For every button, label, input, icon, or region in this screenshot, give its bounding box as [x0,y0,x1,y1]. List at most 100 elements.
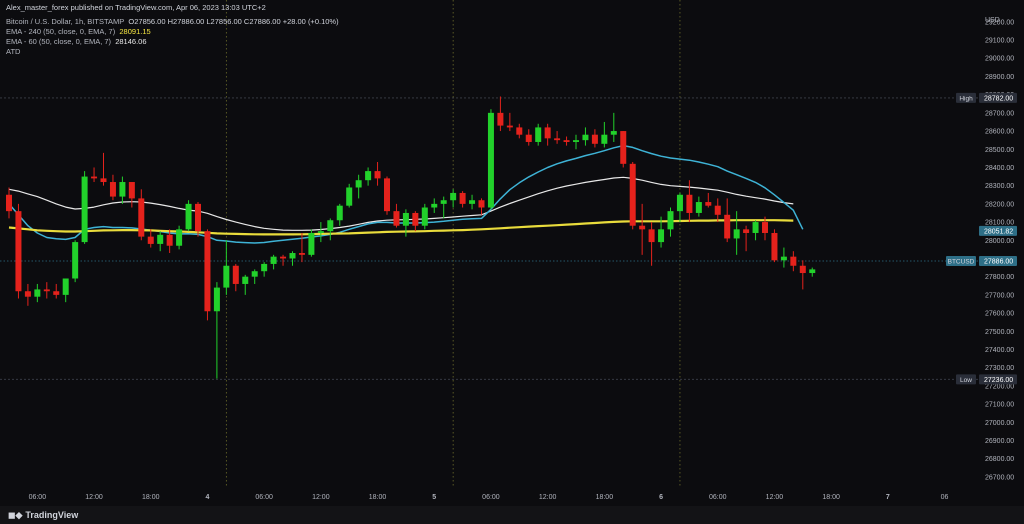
x-tick-label: 12:00 [312,494,330,501]
candle-up [119,182,126,197]
tradingview-logo-icon: ◼◆ [8,510,23,520]
candle-up [327,220,334,232]
candle-down [374,171,381,179]
candle-up [487,112,494,208]
symbol-name: Bitcoin / U.S. Dollar, 1h, BITSTAMP [6,17,125,26]
candle-up [308,232,315,255]
x-tick-label: 6 [659,494,663,501]
ema240-legend[interactable]: EMA - 240 (50, close, 0, EMA, 7) 28091.1… [6,27,151,36]
y-tick-label: 27300.00 [985,365,1014,372]
candle-up [695,202,702,213]
x-tick-label: 12:00 [85,494,103,501]
x-tick-label: 7 [886,494,890,501]
low-price-text: 27236.00 [984,377,1013,384]
x-tick-label: 18:00 [142,494,160,501]
candle-down [204,231,211,312]
ema60-legend[interactable]: EMA - 60 (50, close, 0, EMA, 7) 28146.06 [6,37,147,46]
candle-down [138,198,145,237]
candle-up [242,276,249,284]
candle-down [232,265,239,284]
high-name-text: High [959,95,973,102]
ema60-label: EMA - 60 (50, close, 0, EMA, 7) [6,37,112,46]
candle-up [185,203,192,230]
footer-bar: ◼◆ TradingView [0,506,1024,524]
candle-up [251,271,258,277]
candle-up [289,253,296,259]
candle-down [393,211,400,226]
candle-down [53,291,60,295]
y-tick-label: 28300.00 [985,183,1014,190]
y-tick-label: 27500.00 [985,329,1014,336]
y-tick-label: 27400.00 [985,347,1014,354]
y-tick-label: 26800.00 [985,456,1014,463]
candle-down [714,205,721,215]
y-tick-label: 28400.00 [985,165,1014,172]
y-tick-label: 27600.00 [985,311,1014,318]
candle-down [147,236,154,244]
candle-down [478,200,485,208]
candle-up [336,205,343,221]
price-chart[interactable]: USD26700.0026800.0026900.0027000.0027100… [0,0,1024,506]
candle-up [658,229,665,243]
candle-up [450,192,457,201]
ema240-label: EMA - 240 (50, close, 0, EMA, 7) [6,27,116,36]
x-tick-label: 12:00 [539,494,557,501]
candle-down [639,225,646,230]
x-tick-label: 5 [432,494,436,501]
candle-up [81,176,88,243]
candle-down [686,194,693,213]
x-tick-label: 06:00 [482,494,500,501]
candle-up [72,242,79,279]
x-tick-label: 18:00 [822,494,840,501]
y-tick-label: 28100.00 [985,220,1014,227]
candle-down [91,176,98,179]
y-tick-label: 28600.00 [985,129,1014,136]
candle-up [667,211,674,230]
candle-down [762,222,768,233]
candle-up [261,263,268,272]
candle-down [648,229,655,243]
ema60-value: 28146.06 [115,37,147,46]
candle-up [223,265,230,288]
atd-legend[interactable]: ATD [6,47,20,56]
candle-down [280,256,287,259]
candle-up [270,256,277,264]
y-tick-label: 27200.00 [985,383,1014,390]
candle-up [440,200,447,204]
candle-down [459,192,466,204]
candle-down [563,140,570,142]
publisher-line: Alex_master_forex published on TradingVi… [6,3,266,12]
candle-up [733,229,740,239]
candle-down [497,112,504,126]
tradingview-brand[interactable]: ◼◆ TradingView [8,510,78,521]
y-tick-label: 28700.00 [985,110,1014,117]
candle-up [601,134,608,144]
y-tick-label: 28200.00 [985,201,1014,208]
x-tick-label: 06:00 [255,494,273,501]
candle-up [317,231,324,233]
y-tick-label: 27100.00 [985,402,1014,409]
candle-up [402,212,409,226]
candle-down [629,163,636,226]
candle-down [128,182,135,199]
candle-down [100,178,107,183]
candle-up [780,256,787,261]
y-tick-label: 27000.00 [985,420,1014,427]
candle-up [365,171,372,181]
candle-down [15,211,22,292]
candle-up [355,180,362,188]
candle-down [525,134,532,142]
candle-down [6,194,12,212]
x-tick-label: 18:00 [369,494,387,501]
y-tick-label: 29200.00 [985,19,1014,26]
candle-up [176,229,183,246]
candle-up [346,187,353,206]
candle-down [384,178,390,212]
y-tick-label: 27700.00 [985,292,1014,299]
candle-up [213,287,220,312]
y-tick-label: 28500.00 [985,147,1014,154]
candle-down [544,127,551,139]
candle-down [554,138,561,141]
candle-down [743,229,750,233]
candle-down [724,214,731,239]
